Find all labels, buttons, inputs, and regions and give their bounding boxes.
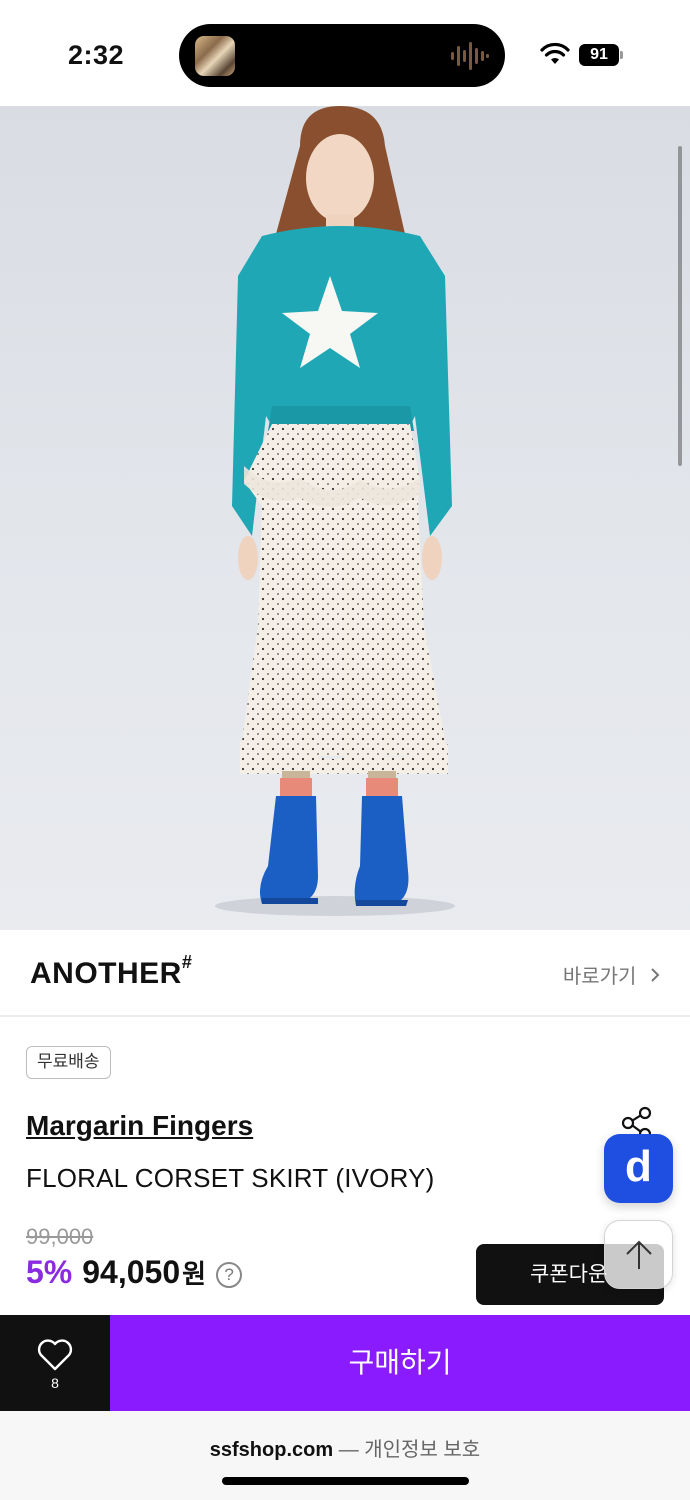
url-separator: — [338, 1439, 359, 1461]
home-indicator[interactable] [222, 1477, 469, 1485]
image-scrollbar[interactable] [678, 146, 682, 466]
help-icon[interactable]: ? [216, 1262, 243, 1288]
chevron-right-icon [651, 968, 660, 982]
audio-wave-icon [451, 42, 489, 70]
currency-label: 원 [182, 1259, 207, 1289]
scroll-top-button[interactable] [604, 1220, 673, 1289]
arrow-up-icon [626, 1240, 652, 1269]
url-text: ssfshop.com — 개인정보 보호 [0, 1433, 690, 1462]
store-logo-text: ANOTHER [30, 957, 182, 990]
store-logo[interactable]: ANOTHER# [30, 952, 192, 991]
wifi-icon [540, 42, 570, 64]
sale-price: 94,050 [82, 1254, 181, 1290]
store-row: ANOTHER# 바로가기 [0, 930, 690, 1017]
free-shipping-badge: 무료배송 [26, 1046, 111, 1079]
buy-button[interactable]: 구매하기 [110, 1315, 690, 1411]
price-row: 5% 94,050 원 ? [26, 1254, 243, 1294]
product-photo[interactable] [0, 106, 690, 930]
d-floating-button[interactable]: d [604, 1134, 673, 1203]
store-link-label: 바로가기 [562, 966, 637, 988]
clock: 2:32 [68, 40, 125, 70]
original-price: 99,000 [26, 1224, 94, 1249]
heart-icon [37, 1339, 73, 1371]
like-button[interactable] [0, 1315, 110, 1411]
store-link[interactable]: 바로가기 [563, 960, 660, 989]
url-domain: ssfshop.com [209, 1439, 334, 1461]
battery-level: 91 [579, 44, 619, 66]
like-count: 8 [51, 1375, 59, 1391]
dynamic-island[interactable] [179, 24, 505, 87]
model-illustration [215, 106, 455, 916]
product-name: FLORAL CORSET SKIRT (IVORY) [26, 1163, 435, 1193]
discount-rate: 5% [26, 1254, 73, 1290]
url-subtitle: 개인정보 보호 [364, 1439, 481, 1461]
store-logo-mark: # [181, 952, 193, 972]
now-playing-thumbnail [195, 36, 235, 76]
browser-url-bar[interactable]: ssfshop.com — 개인정보 보호 [0, 1411, 690, 1500]
status-bar: 2:32 91 [0, 0, 690, 106]
battery-icon: 91 [579, 44, 623, 66]
brand-name-link[interactable]: Margarin Fingers [26, 1110, 253, 1142]
